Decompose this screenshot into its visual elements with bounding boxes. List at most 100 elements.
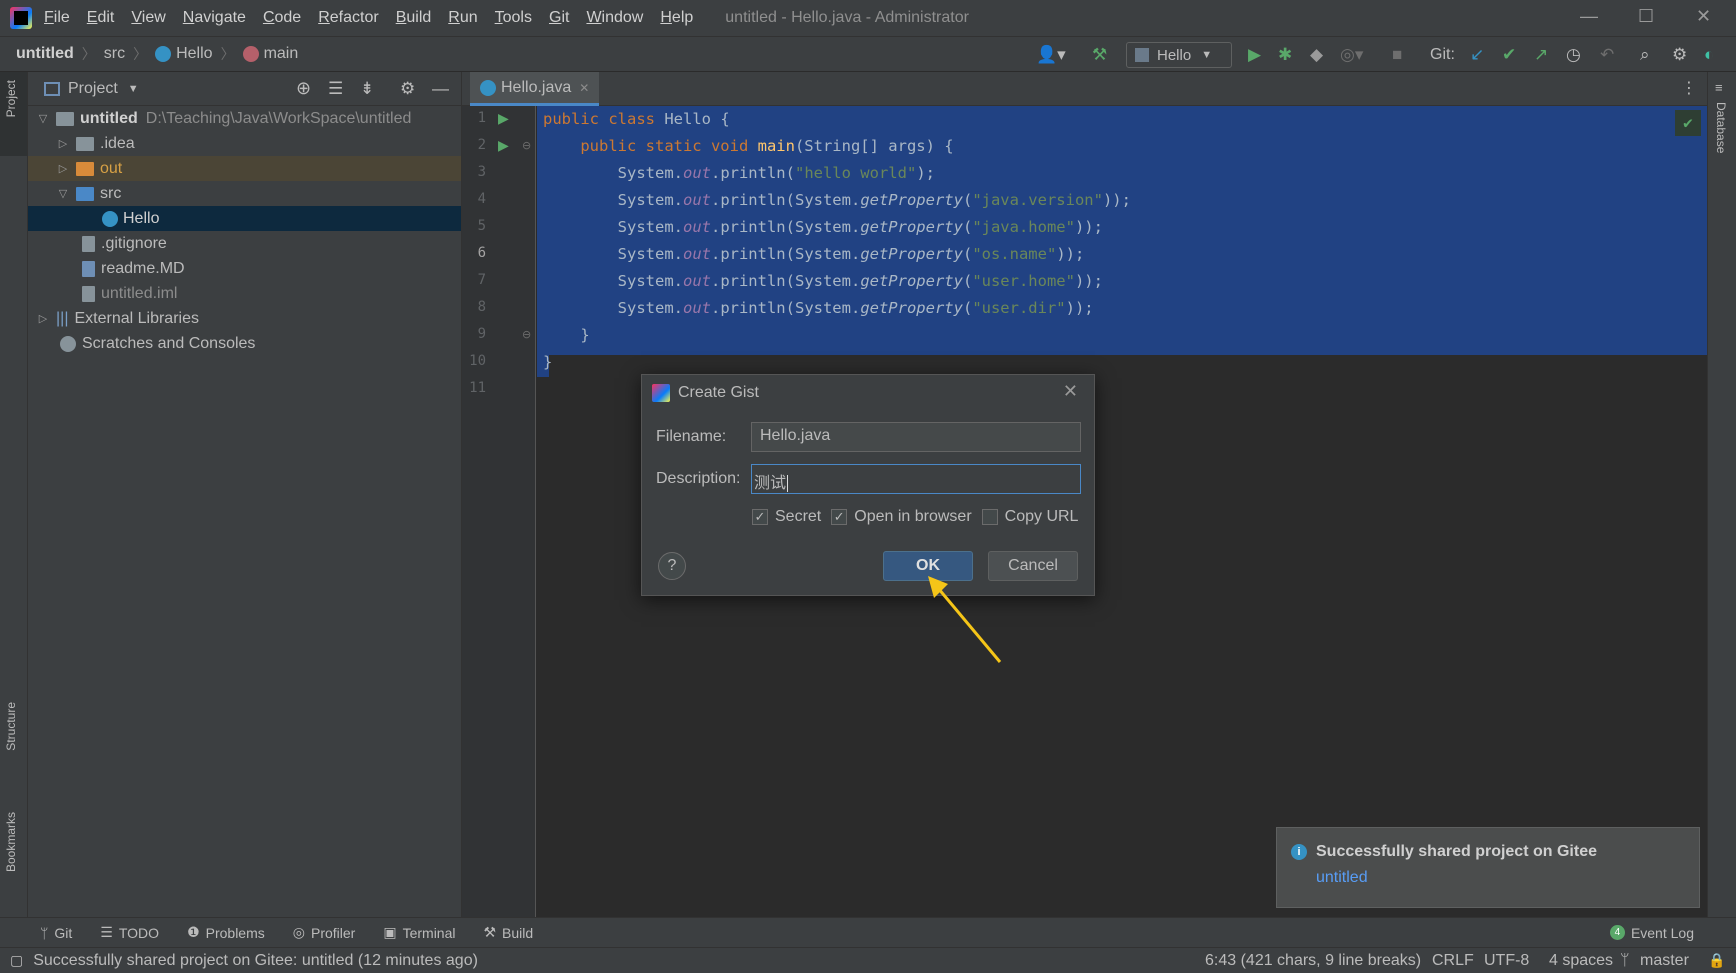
open-in-browser-checkbox[interactable]: ✓: [831, 509, 848, 525]
window-title: untitled - Hello.java - Administrator: [725, 9, 969, 26]
tool-tab-bookmarks[interactable]: Bookmarks: [4, 812, 18, 872]
chevron-down-icon[interactable]: ▽: [56, 187, 70, 200]
chevron-down-icon[interactable]: ▼: [128, 83, 139, 95]
tool-tab-problems[interactable]: ❶ Problems: [187, 924, 265, 941]
gear-icon[interactable]: ⚙: [400, 79, 415, 99]
menu-refactor[interactable]: Refactor: [318, 9, 378, 27]
breadcrumb-src[interactable]: src: [104, 45, 125, 63]
tree-item-readme[interactable]: readme.MD: [28, 256, 461, 281]
coverage-icon[interactable]: ◆: [1310, 37, 1323, 73]
menu-file[interactable]: File: [44, 9, 70, 27]
menu-tools[interactable]: Tools: [495, 9, 532, 27]
debug-icon[interactable]: ✱: [1278, 37, 1292, 73]
tree-label-readme: readme.MD: [101, 259, 185, 277]
menu-help[interactable]: Help: [660, 9, 693, 27]
menu-build[interactable]: Build: [396, 9, 432, 27]
menu-view[interactable]: View: [131, 9, 165, 27]
tool-tab-git[interactable]: ᛘ Git: [40, 924, 72, 941]
menu-code[interactable]: Code: [263, 9, 301, 27]
list-icon: ☰: [100, 924, 113, 940]
tool-tab-build[interactable]: ⚒ Build: [483, 924, 533, 941]
menu-navigate[interactable]: Navigate: [183, 9, 246, 27]
git-update-icon[interactable]: ↙: [1470, 37, 1484, 73]
filename-field[interactable]: Hello.java: [751, 422, 1081, 452]
locate-icon[interactable]: ⊕: [296, 78, 311, 99]
method-icon: [242, 46, 259, 62]
minimize-icon[interactable]: —: [1580, 6, 1598, 27]
chevron-right-icon[interactable]: ▷: [56, 137, 70, 150]
status-message[interactable]: Successfully shared project on Gitee: un…: [33, 952, 478, 970]
profile-icon[interactable]: ◎▾: [1340, 37, 1363, 73]
tool-tab-profiler[interactable]: ◎ Profiler: [293, 924, 356, 941]
menu-run[interactable]: Run: [448, 9, 477, 27]
tool-tab-structure[interactable]: Structure: [4, 702, 18, 751]
breadcrumb-class[interactable]: Hello: [176, 45, 212, 63]
chevron-right-icon[interactable]: ▷: [56, 162, 70, 175]
run-main-icon[interactable]: ▶: [498, 137, 509, 154]
tool-tab-todo-label: TODO: [118, 924, 160, 941]
user-icon[interactable]: 👤▾: [1036, 37, 1066, 73]
tree-item-hello[interactable]: Hello: [28, 206, 461, 231]
maximize-icon[interactable]: ☐: [1638, 6, 1654, 27]
close-icon[interactable]: ✕: [1063, 381, 1078, 402]
caret-position[interactable]: 6:43 (421 chars, 9 line breaks): [1205, 952, 1421, 970]
notification-link[interactable]: untitled: [1316, 869, 1368, 887]
tree-item-external-libraries[interactable]: ▷ ||| External Libraries: [28, 306, 461, 331]
plugin-icon[interactable]: ◐: [1704, 37, 1714, 73]
run-icon[interactable]: ▶: [1248, 37, 1261, 73]
tree-item-root[interactable]: ▽ untitled D:\Teaching\Java\WorkSpace\un…: [28, 106, 461, 131]
more-tabs-icon[interactable]: ⋮: [1681, 78, 1697, 98]
secret-checkbox[interactable]: ✓: [752, 509, 768, 525]
chevron-right-icon[interactable]: ▷: [36, 312, 50, 325]
run-config-select[interactable]: Hello ▼: [1126, 42, 1232, 68]
lock-icon[interactable]: 🔒: [1708, 952, 1725, 969]
line-separator[interactable]: CRLF: [1432, 952, 1474, 970]
folder-icon: [76, 136, 94, 151]
file-encoding[interactable]: UTF-8: [1484, 952, 1529, 970]
menu-edit[interactable]: Edit: [87, 9, 115, 27]
event-log-count-badge: 4: [1609, 925, 1625, 940]
tool-tab-database[interactable]: Database: [1714, 102, 1728, 153]
close-window-icon[interactable]: ✕: [1696, 6, 1711, 27]
git-branch[interactable]: master: [1640, 952, 1689, 970]
gear-icon[interactable]: ⚙: [1672, 37, 1687, 73]
git-push-icon[interactable]: ↗: [1534, 37, 1548, 73]
stop-icon[interactable]: ■: [1392, 37, 1402, 73]
search-icon[interactable]: ⌕: [1640, 37, 1650, 73]
git-commit-icon[interactable]: ✔: [1502, 37, 1516, 73]
inspection-ok-icon[interactable]: ✔: [1675, 110, 1701, 136]
menu-window[interactable]: Window: [586, 9, 643, 27]
breadcrumb-project[interactable]: untitled: [16, 45, 74, 63]
description-field[interactable]: 测试: [751, 464, 1081, 494]
tool-tab-project[interactable]: Project: [4, 80, 18, 117]
tree-item-out[interactable]: ▷ out: [28, 156, 461, 181]
indent-setting[interactable]: 4 spaces: [1549, 952, 1613, 970]
status-toggle-icon[interactable]: ▢: [10, 952, 23, 969]
tree-item-iml[interactable]: untitled.iml: [28, 281, 461, 306]
menu-git[interactable]: Git: [549, 9, 569, 27]
fold-icon[interactable]: ⊖: [522, 328, 531, 341]
hide-panel-icon[interactable]: —: [432, 79, 449, 99]
collapse-all-icon[interactable]: ⇟: [360, 79, 374, 99]
event-log-tab[interactable]: 4 Event Log: [1609, 925, 1694, 941]
chevron-down-icon[interactable]: ▽: [36, 112, 50, 125]
rollback-icon[interactable]: ↶: [1600, 37, 1614, 73]
tree-item-scratches[interactable]: Scratches and Consoles: [28, 331, 461, 356]
tree-item-gitignore[interactable]: .gitignore: [28, 231, 461, 256]
editor-tab-label: Hello.java: [501, 78, 572, 96]
tool-tab-todo[interactable]: ☰ TODO: [100, 924, 159, 941]
editor-tab-hello[interactable]: Hello.java ✕: [470, 72, 600, 106]
copy-url-checkbox[interactable]: [981, 509, 998, 525]
history-icon[interactable]: ◷: [1566, 37, 1581, 73]
expand-all-icon[interactable]: ☰: [328, 79, 343, 99]
run-class-icon[interactable]: ▶: [498, 110, 509, 127]
breadcrumb-method[interactable]: main: [264, 45, 299, 63]
help-button[interactable]: ?: [658, 552, 686, 580]
build-hammer-icon[interactable]: ⚒: [1092, 37, 1107, 73]
tool-tab-terminal[interactable]: ▣ Terminal: [383, 924, 455, 941]
tree-item-src[interactable]: ▽ src: [28, 181, 461, 206]
tree-item-idea[interactable]: ▷ .idea: [28, 131, 461, 156]
project-view-label[interactable]: Project: [68, 80, 118, 98]
fold-icon[interactable]: ⊖: [522, 139, 531, 152]
close-tab-icon[interactable]: ✕: [579, 81, 589, 95]
